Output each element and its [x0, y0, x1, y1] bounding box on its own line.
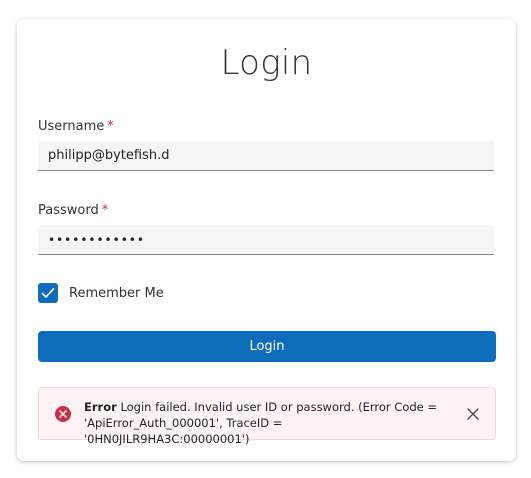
error-message-bar: Error Login failed. Invalid user ID or p…	[38, 387, 496, 446]
username-input[interactable]: philipp@bytefish.d	[38, 141, 494, 171]
check-icon	[41, 288, 55, 298]
remember-me-checkbox[interactable]	[38, 283, 58, 303]
username-label-text: Username	[38, 119, 105, 134]
login-button[interactable]: Login	[38, 331, 496, 362]
required-indicator: *	[107, 119, 114, 134]
password-label-text: Password	[38, 203, 99, 218]
remember-me-label[interactable]: Remember Me	[69, 286, 164, 301]
login-card: Login Username * philipp@bytefish.d Passw…	[17, 19, 516, 461]
required-indicator: *	[101, 203, 109, 218]
password-label: Password *	[38, 203, 108, 218]
error-message: Error Login failed. Invalid user ID or p…	[84, 399, 444, 447]
close-icon[interactable]	[466, 407, 480, 421]
page-title: Login	[220, 43, 313, 83]
login-button-label: Login	[249, 339, 285, 354]
username-label: Username *	[38, 119, 114, 134]
error-circle-icon	[55, 406, 71, 422]
error-heading: Error	[84, 400, 117, 414]
password-value: ••••••••••••	[48, 232, 145, 247]
password-input[interactable]: ••••••••••••	[38, 225, 494, 255]
error-message-text: Login failed. Invalid user ID or passwor…	[84, 400, 438, 446]
username-value: philipp@bytefish.d	[48, 148, 170, 163]
